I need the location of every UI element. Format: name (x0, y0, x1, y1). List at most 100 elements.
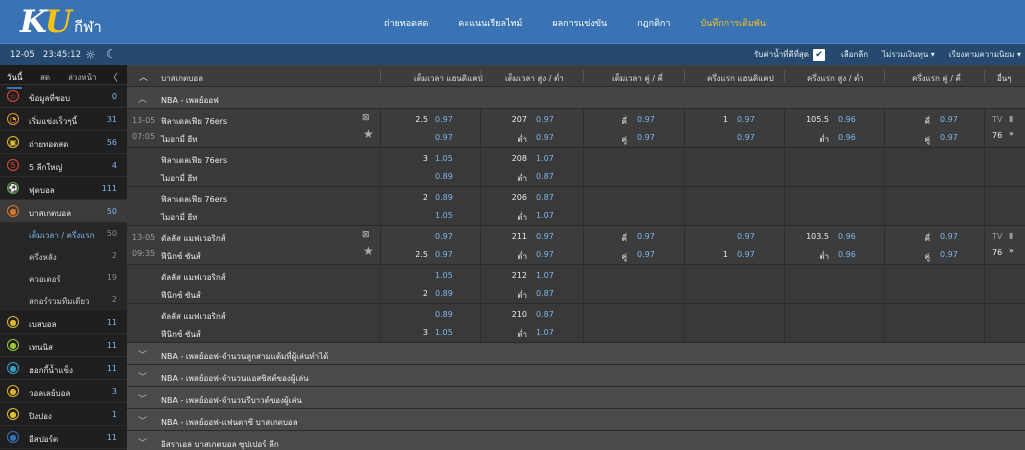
favorite-star-icon[interactable]: ★ (363, 244, 374, 258)
sidebar-item[interactable]: ● อีสปอร์ต 11 (0, 426, 127, 449)
more-bets-icon[interactable]: » (1009, 129, 1014, 138)
nav-item-0[interactable]: ถ่ายทอดสด (384, 16, 428, 30)
away-team: ฟีนิกซ์ ซันส์ (161, 291, 201, 300)
tv-label[interactable]: TV (992, 232, 1002, 241)
under-odds[interactable]: 1.07 (536, 328, 554, 337)
under-odds[interactable]: 0.87 (536, 172, 554, 181)
even-odds[interactable]: 0.97 (637, 133, 655, 142)
first-half-handicap-home-odds[interactable]: 0.97 (737, 232, 755, 241)
nav-item-3[interactable]: กฎกติกา (637, 16, 670, 30)
handicap-away-odds[interactable]: 0.97 (435, 250, 453, 259)
under-odds[interactable]: 0.97 (536, 250, 554, 259)
even-odds[interactable]: 0.97 (637, 250, 655, 259)
sidebar-subitem[interactable]: ควอเตอร์ 19 (0, 267, 127, 289)
chevron-up-icon[interactable]: ︿ (139, 70, 148, 83)
sidebar-item[interactable]: ● เบสบอล 11 (0, 311, 127, 334)
column-header: ︿ บาสเกตบอล เต็มเวลา แฮนดิแคป เต็มเวลา สู… (127, 65, 1025, 87)
handicap-away-odds[interactable]: 1.05 (435, 328, 453, 337)
best-odds-checkbox[interactable]: ✔ (813, 48, 825, 61)
first-half-handicap-home-odds[interactable]: 0.97 (737, 115, 755, 124)
handicap-away-odds[interactable]: 0.97 (435, 133, 453, 142)
over-odds[interactable]: 1.07 (536, 154, 554, 163)
over-odds[interactable]: 1.07 (536, 271, 554, 280)
odd-odds[interactable]: 0.97 (637, 115, 655, 124)
first-half-odd-odds[interactable]: 0.97 (940, 115, 958, 124)
match-row: ฟิลาเดลเฟีย 76ers ไมอามี่ ฮีท 3 1.05 0.89 208… (127, 148, 1025, 187)
sidebar-item[interactable]: ▣ ถ่ายทอดสด 56 (0, 131, 127, 154)
first-half-under-odds[interactable]: 0.96 (838, 133, 856, 142)
tab-early[interactable]: ล่วงหน้า (68, 71, 97, 84)
sidebar-item[interactable]: ● บาสเกตบอล 50 (0, 200, 127, 223)
stats-icon[interactable]: ⊠ (362, 113, 370, 123)
sport-sidebar: วันนี้ สด ล่วงหน้า 〈 ☆ ข้อมูลที่ชอบ 0 ◔ เริ่… (0, 65, 127, 450)
more-bets-count[interactable]: 76 (992, 248, 1002, 257)
handicap-home-odds[interactable]: 1.05 (435, 154, 453, 163)
under-odds[interactable]: 0.87 (536, 289, 554, 298)
nav-item-1[interactable]: คะแนนเรียลไทม์ (458, 16, 522, 30)
league-header[interactable]: ︿ NBA - เพลย์ออฟ (127, 87, 1025, 109)
brand-logo[interactable]: KU (20, 4, 72, 40)
sidebar-item[interactable]: ● ฮอกกี้น้ำแข็ง 11 (0, 357, 127, 380)
league-header-collapsed[interactable]: ﹀ NBA - เพลย์ออฟ-จำนวนลูกสามแต้มที่ผู้เล่… (127, 343, 1025, 365)
sidebar-subitem[interactable]: ครึ่งหลัง 2 (0, 245, 127, 267)
under-odds[interactable]: 0.97 (536, 133, 554, 142)
cell-divider (480, 109, 481, 147)
sidebar-item[interactable]: 5 5 ลีกใหญ่ 4 (0, 154, 127, 177)
handicap-home-odds[interactable]: 0.97 (435, 115, 453, 124)
over-odds[interactable]: 0.87 (536, 310, 554, 319)
league-header-collapsed[interactable]: ﹀ อิสราเอล บาสเกตบอล ซุปเปอร์ ลีก (127, 431, 1025, 450)
sidebar-item[interactable]: ● เทนนิส 11 (0, 334, 127, 357)
first-half-total-line: 103.5 (806, 232, 829, 241)
sidebar-item-count: 1 (111, 410, 117, 419)
handicap-home-odds[interactable]: 0.97 (435, 232, 453, 241)
sidebar-item[interactable]: ● ปิงปอง 1 (0, 403, 127, 426)
sidebar-item[interactable]: ☆ ข้อมูลที่ชอบ 0 (0, 85, 127, 108)
collapse-sidebar-icon[interactable]: 〈 (108, 69, 118, 84)
sidebar-item[interactable]: ⚽ ฟุตบอล 111 (0, 177, 127, 200)
sidebar-subitem[interactable]: เต็มเวลา / ครึ่งแรก 50 (0, 223, 127, 245)
first-half-handicap-away-odds[interactable]: 0.97 (737, 133, 755, 142)
first-half-even-odds[interactable]: 0.97 (940, 133, 958, 142)
handicap-home-odds[interactable]: 0.89 (435, 310, 453, 319)
sidebar-item-count: 11 (106, 364, 117, 373)
tv-label[interactable]: TV (992, 115, 1002, 124)
sort-select[interactable]: เรียงตามความนิยม ▾ (949, 48, 1021, 61)
sidebar-subitem[interactable]: สกอร์รวมทีมเดียว 2 (0, 289, 127, 311)
first-half-over-odds[interactable]: 0.96 (838, 232, 856, 241)
over-odds[interactable]: 0.87 (536, 193, 554, 202)
sidebar-item-count: 56 (106, 138, 117, 147)
favorite-star-icon[interactable]: ★ (363, 127, 374, 141)
nav-item-2[interactable]: ผลการแข่งขัน (552, 16, 607, 30)
first-half-even-odds[interactable]: 0.97 (940, 250, 958, 259)
sidebar-item[interactable]: ◔ เริ่มแข่งเร็วๆนี้ 31 (0, 108, 127, 131)
handicap-home-odds[interactable]: 1.05 (435, 271, 453, 280)
nav-item-4[interactable]: บันทึกการเดิมพัน (700, 16, 766, 30)
over-odds[interactable]: 0.97 (536, 232, 554, 241)
league-header-collapsed[interactable]: ﹀ NBA - เพลย์ออฟ-แฟนตาซี บาสเกตบอล (127, 409, 1025, 431)
odd-odds[interactable]: 0.97 (637, 232, 655, 241)
sidebar-item[interactable]: ● วอลเลย์บอล 3 (0, 380, 127, 403)
under-odds[interactable]: 1.07 (536, 211, 554, 220)
league-header-collapsed[interactable]: ﹀ NBA - เพลย์ออฟ-จำนวนรีบาวด์ของผู้เล่น (127, 387, 1025, 409)
more-bets-count[interactable]: 76 (992, 131, 1002, 140)
tab-live[interactable]: สด (40, 71, 50, 84)
sun-icon[interactable]: ☼ (85, 48, 96, 62)
select-league-link[interactable]: เลือกลีก (841, 48, 868, 61)
handicap-away-odds[interactable]: 0.89 (435, 289, 453, 298)
first-half-odd-odds[interactable]: 0.97 (940, 232, 958, 241)
moon-icon[interactable]: ☾ (106, 47, 117, 61)
first-half-over-odds[interactable]: 0.96 (838, 115, 856, 124)
stats-icon[interactable]: ⊠ (362, 230, 370, 240)
odds-type-select[interactable]: ไม่รวมเงินทุน ▾ (882, 48, 935, 61)
match-date: 13-05 (132, 233, 156, 242)
under-label: ต่ำ (517, 291, 527, 300)
more-bets-icon[interactable]: » (1009, 246, 1014, 255)
league-header-collapsed[interactable]: ﹀ NBA - เพลย์ออฟ-จำนวนแอสซิสต์ของผู้เล่น (127, 365, 1025, 387)
first-half-under-odds[interactable]: 0.96 (838, 250, 856, 259)
over-odds[interactable]: 0.97 (536, 115, 554, 124)
away-team: ไมอามี่ ฮีท (161, 174, 198, 183)
handicap-away-odds[interactable]: 1.05 (435, 211, 453, 220)
handicap-away-odds[interactable]: 0.89 (435, 172, 453, 181)
handicap-home-odds[interactable]: 0.89 (435, 193, 453, 202)
first-half-handicap-away-odds[interactable]: 0.97 (737, 250, 755, 259)
